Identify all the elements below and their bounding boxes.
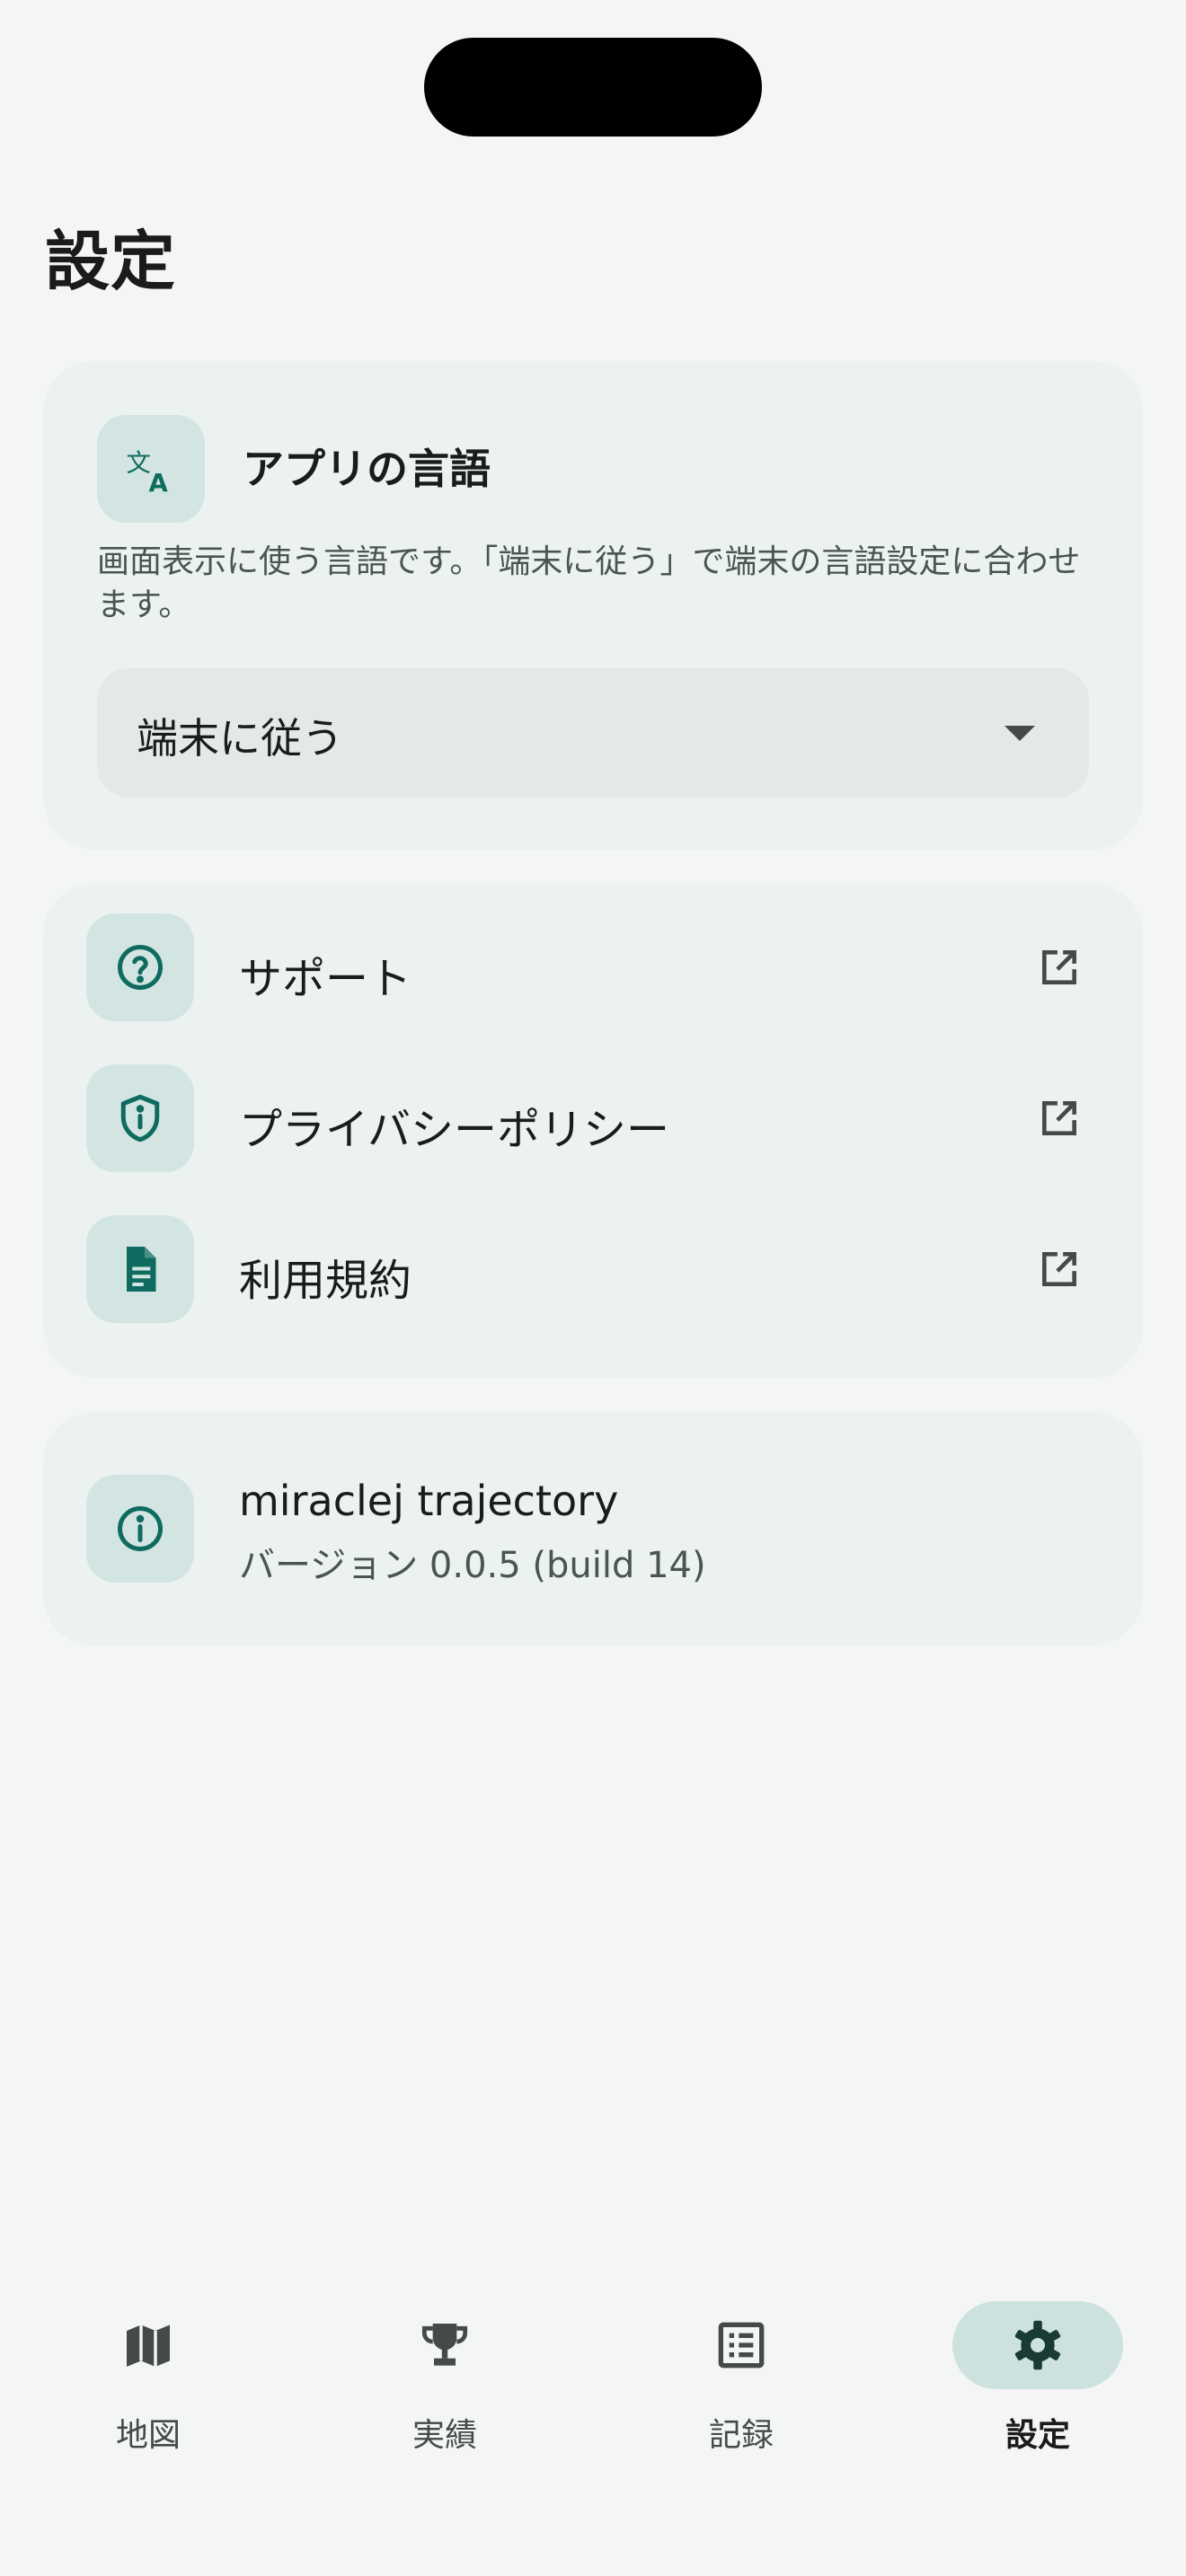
gear-icon	[952, 2301, 1123, 2389]
app-name: miraclej trajectory	[239, 1477, 619, 1525]
page-title: 設定	[45, 224, 177, 299]
camera-cutout	[424, 38, 762, 137]
external-link-icon	[1042, 1252, 1076, 1286]
bottom-tab-bar: 地図 実績 記録 設定	[0, 2281, 1186, 2576]
translate-icon: 文 A	[97, 415, 205, 523]
dropdown-arrow-icon	[1005, 726, 1035, 741]
info-icon	[86, 1475, 194, 1583]
external-link-icon	[1042, 950, 1076, 984]
tab-records-label: 記録	[708, 2417, 774, 2454]
tab-records[interactable]: 記録	[593, 2301, 890, 2463]
language-select[interactable]: 端末に従う	[97, 668, 1089, 798]
tab-map-label: 地図	[115, 2417, 181, 2454]
settings-screen: 設定 文 A アプリの言語 画面表示に使う言語です。「端末に従う」で端末の言語設…	[0, 0, 1186, 2576]
support-link[interactable]: サポート	[43, 900, 1143, 1035]
support-label: サポート	[239, 954, 412, 1004]
tab-settings-label: 設定	[1005, 2417, 1070, 2454]
svg-text:文: 文	[127, 449, 152, 478]
tab-map[interactable]: 地図	[0, 2301, 296, 2463]
links-card: サポート プライバシーポリシー 利用規約	[43, 884, 1143, 1378]
trophy-icon	[359, 2301, 530, 2389]
language-title: アプリの言語	[243, 445, 491, 493]
privacy-policy-link[interactable]: プライバシーポリシー	[43, 1051, 1143, 1186]
tab-achievements[interactable]: 実績	[296, 2301, 593, 2463]
external-link-icon	[1042, 1101, 1076, 1135]
help-circle-icon	[86, 913, 194, 1021]
svg-text:A: A	[149, 469, 169, 496]
terms-label: 利用規約	[239, 1256, 412, 1306]
terms-link[interactable]: 利用規約	[43, 1202, 1143, 1337]
privacy-policy-label: プライバシーポリシー	[239, 1105, 670, 1155]
tab-achievements-label: 実績	[412, 2417, 477, 2454]
document-icon	[86, 1215, 194, 1323]
list-icon	[656, 2301, 827, 2389]
tab-settings[interactable]: 設定	[890, 2301, 1186, 2463]
app-version: バージョン 0.0.5 (build 14)	[239, 1545, 706, 1586]
language-description: 画面表示に使う言語です。「端末に従う」で端末の言語設定に合わせます。	[97, 543, 1081, 623]
language-select-value: 端末に従う	[137, 714, 343, 763]
map-icon	[63, 2301, 234, 2389]
language-card: 文 A アプリの言語 画面表示に使う言語です。「端末に従う」で端末の言語設定に合…	[43, 361, 1143, 850]
shield-info-icon	[86, 1064, 194, 1172]
about-card: miraclej trajectory バージョン 0.0.5 (build 1…	[43, 1412, 1143, 1645]
